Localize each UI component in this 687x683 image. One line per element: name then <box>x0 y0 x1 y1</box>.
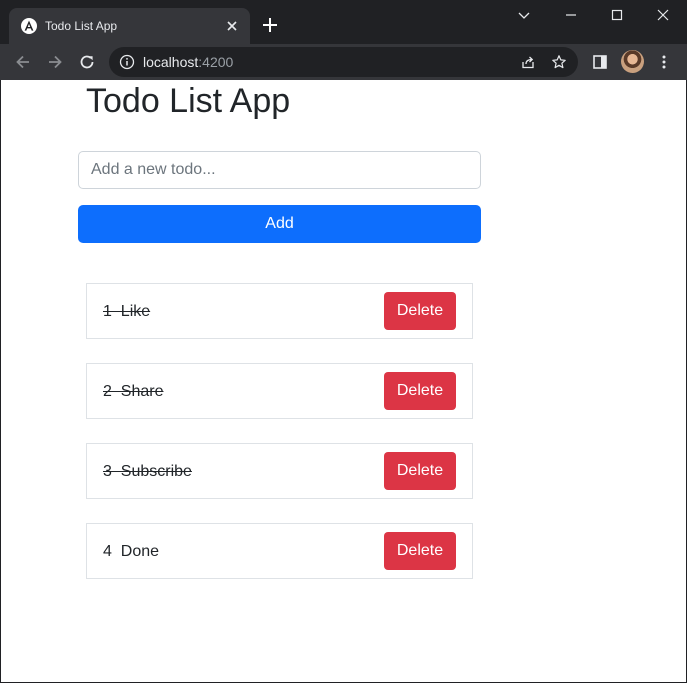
back-button[interactable] <box>11 50 35 74</box>
todo-text[interactable]: 2 Share <box>103 383 163 401</box>
todo-item: 3 Subscribe Delete <box>86 443 473 499</box>
more-vert-icon <box>662 55 666 69</box>
add-todo-button[interactable]: Add <box>78 205 481 243</box>
close-icon <box>657 9 669 21</box>
info-icon[interactable] <box>119 54 135 70</box>
new-tab-icon[interactable] <box>261 16 279 34</box>
maximize-icon <box>611 9 623 21</box>
todo-item: 2 Share Delete <box>86 363 473 419</box>
reload-icon <box>80 55 94 69</box>
tab-strip: Todo List App <box>0 0 687 44</box>
todo-item: 1 Like Delete <box>86 283 473 339</box>
angular-logo-icon <box>21 18 37 34</box>
todo-item: 4 Done Delete <box>86 523 473 579</box>
chevron-down-icon <box>518 12 530 19</box>
delete-todo-button[interactable]: Delete <box>384 292 456 330</box>
delete-todo-button[interactable]: Delete <box>384 372 456 410</box>
close-window-button[interactable] <box>640 0 686 30</box>
reload-button[interactable] <box>75 50 99 74</box>
url-port: :4200 <box>198 54 234 70</box>
profile-avatar[interactable] <box>621 50 644 73</box>
page-title: Todo List App <box>86 82 291 120</box>
delete-todo-button[interactable]: Delete <box>384 532 456 570</box>
minimize-icon <box>566 14 576 16</box>
tab-title: Todo List App <box>45 19 118 33</box>
new-todo-input[interactable] <box>78 151 481 189</box>
side-panel-button[interactable] <box>591 53 609 71</box>
page-viewport: Todo List App Add 1 Like Delete 2 Share … <box>1 80 686 682</box>
delete-todo-button[interactable]: Delete <box>384 452 456 490</box>
close-tab-icon[interactable] <box>224 18 240 34</box>
arrow-right-icon <box>49 55 62 69</box>
tab-search-button[interactable] <box>501 0 547 30</box>
todo-list: 1 Like Delete 2 Share Delete 3 Subscribe… <box>86 283 473 603</box>
maximize-button[interactable] <box>594 0 640 30</box>
arrow-left-icon <box>16 55 29 69</box>
minimize-button[interactable] <box>548 0 594 30</box>
menu-button[interactable] <box>655 53 673 71</box>
forward-button[interactable] <box>43 50 67 74</box>
side-panel-icon <box>593 55 607 69</box>
todo-text[interactable]: 1 Like <box>103 303 150 321</box>
address-bar[interactable]: localhost:4200 <box>109 47 578 77</box>
todo-text[interactable]: 3 Subscribe <box>103 463 192 481</box>
todo-text[interactable]: 4 Done <box>103 543 159 561</box>
bookmark-star-icon[interactable] <box>551 54 567 70</box>
browser-tab[interactable]: Todo List App <box>9 8 250 44</box>
url-host: localhost <box>143 54 199 70</box>
share-icon[interactable] <box>520 54 536 70</box>
browser-toolbar: localhost:4200 <box>0 44 687 80</box>
url-text[interactable]: localhost:4200 <box>143 54 233 70</box>
